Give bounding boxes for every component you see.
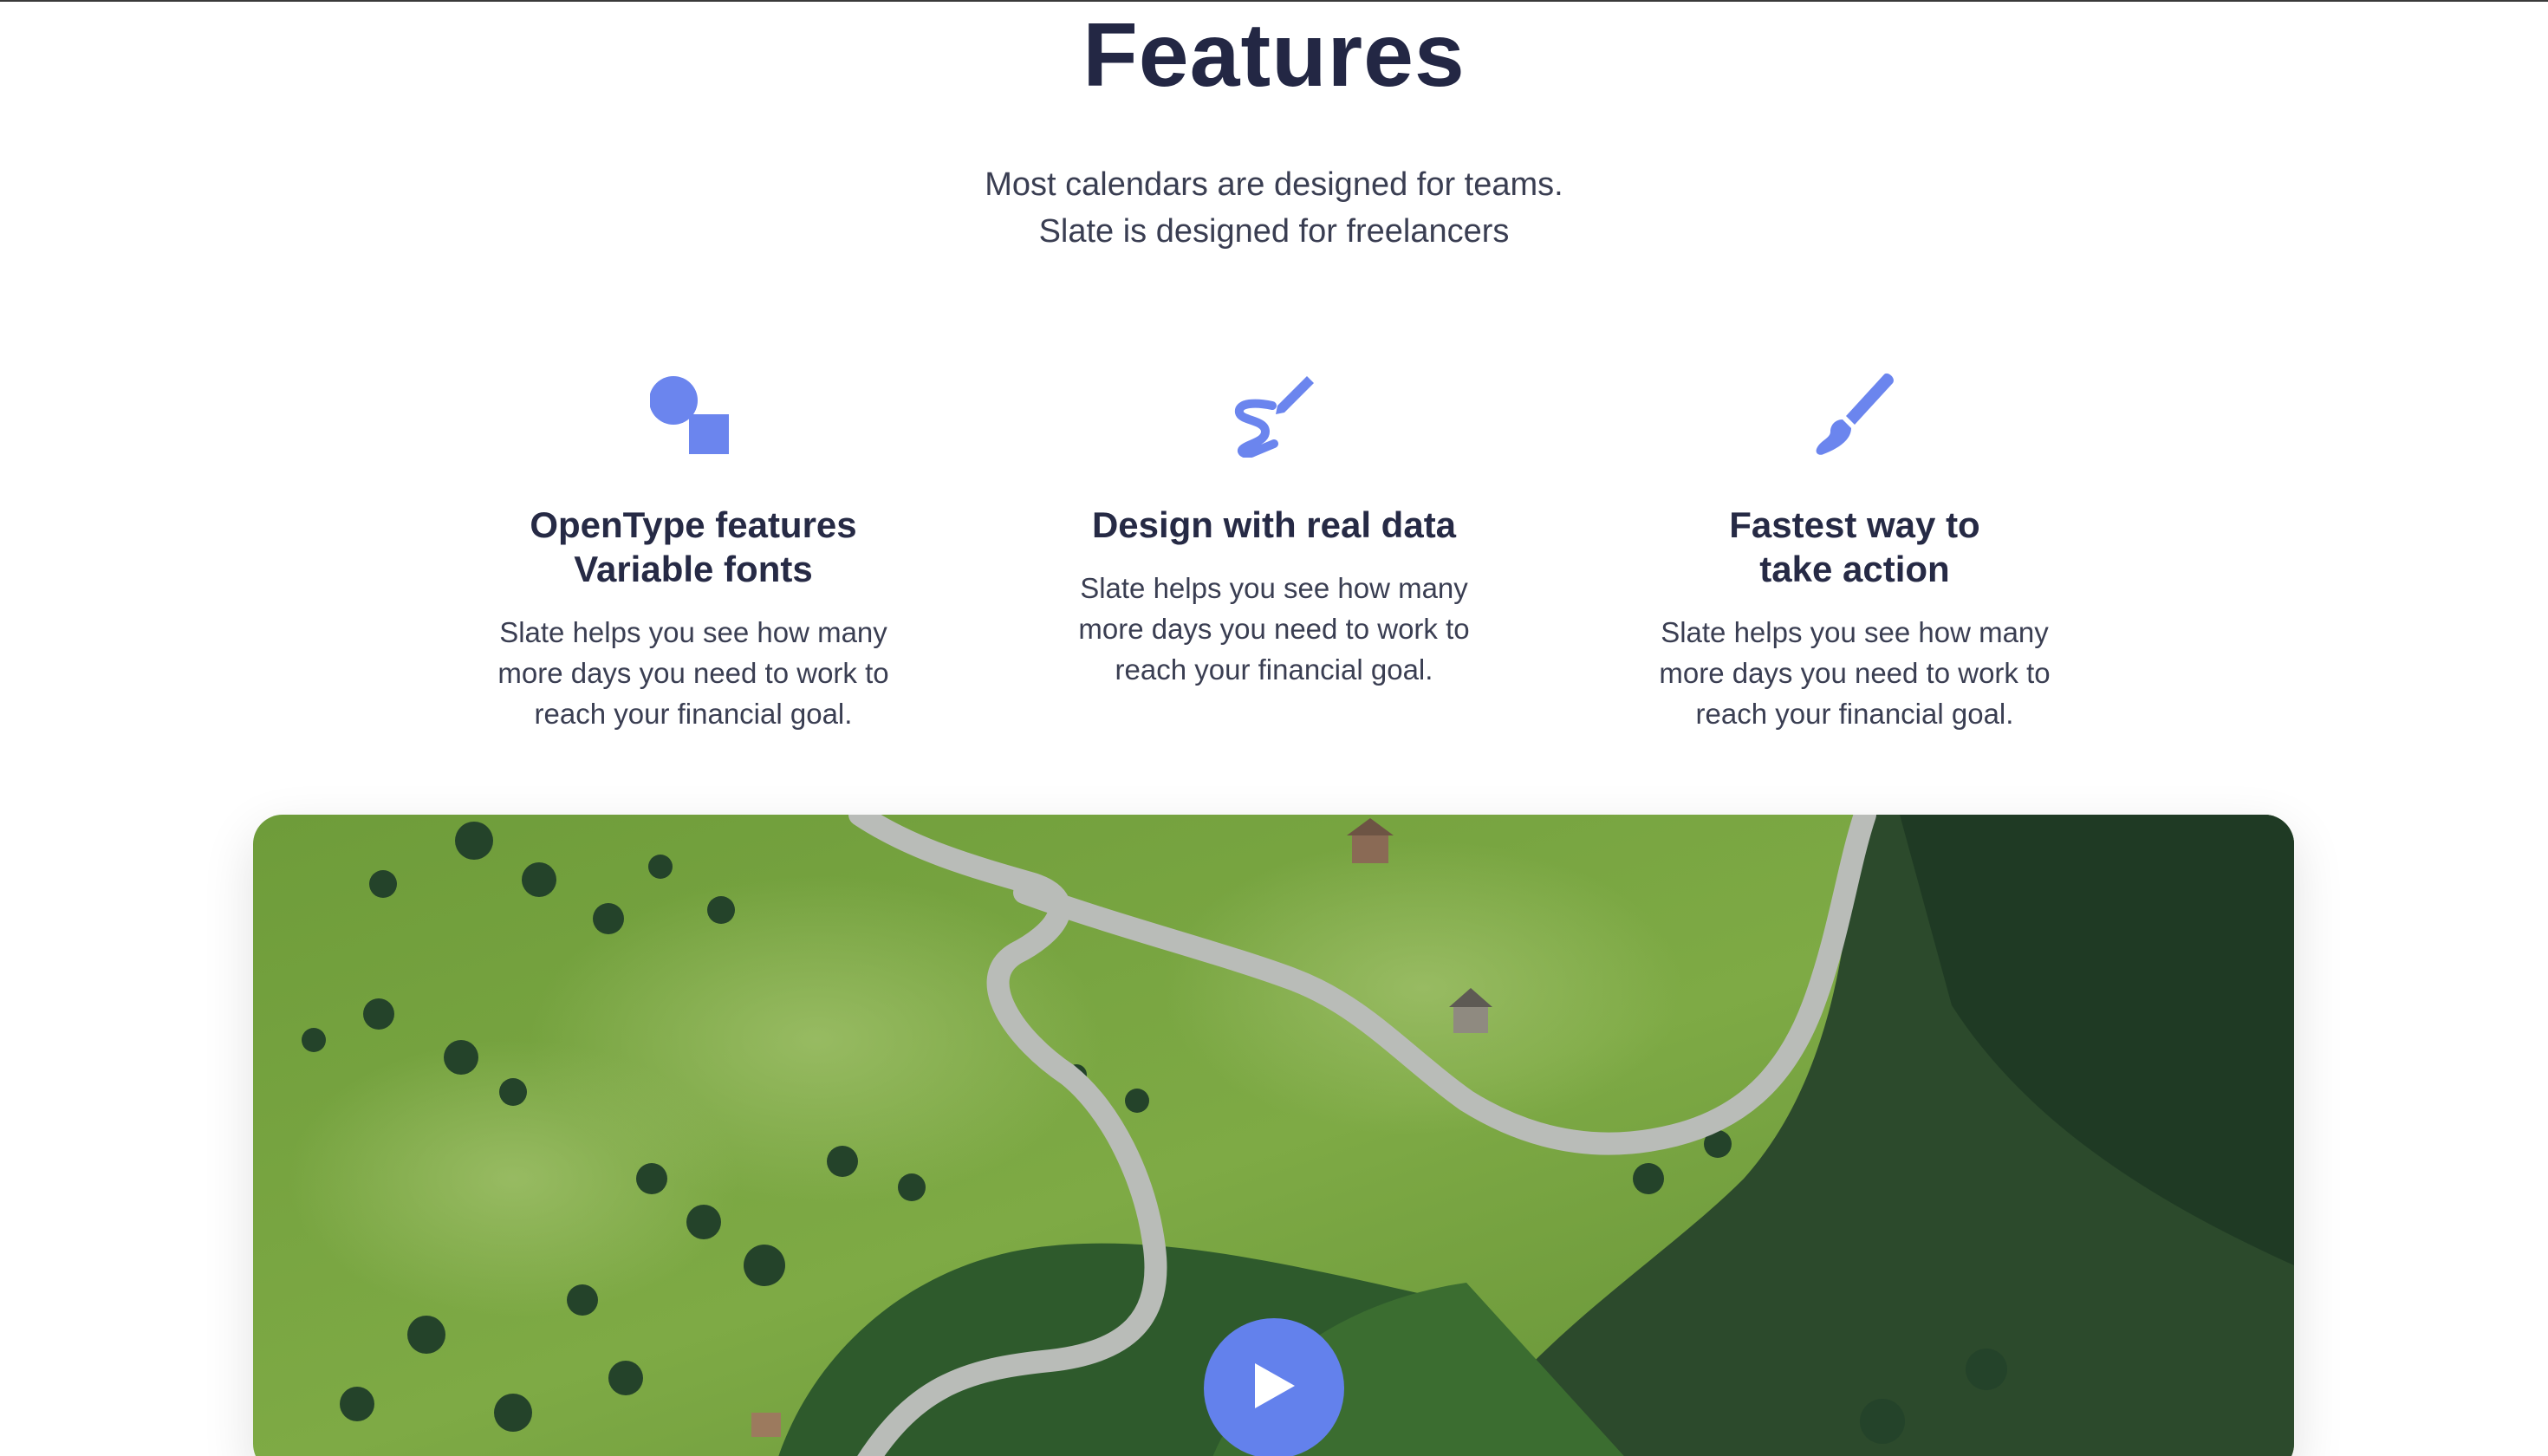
subtitle-line-1: Most calendars are designed for teams. — [985, 166, 1563, 203]
feature-title: OpenType features Variable fonts — [459, 503, 927, 591]
feature-title-line-1: Fastest way to — [1729, 504, 1980, 545]
feature-description: Slate helps you see how many more days y… — [1078, 572, 1470, 686]
feature-title-line-1: Design with real data — [1091, 504, 1457, 545]
feature-title: Fastest way to take action — [1621, 503, 2089, 591]
feature-description: Slate helps you see how many more days y… — [1659, 616, 2051, 730]
play-button[interactable] — [1204, 1318, 1344, 1456]
feature-title-line-1: OpenType features — [530, 504, 857, 545]
feature-card-fastest: Fastest way to take action Slate helps y… — [1621, 371, 2089, 734]
video-player[interactable] — [253, 815, 2294, 1456]
play-icon — [1255, 1363, 1295, 1408]
feature-card-real-data: Design with real data Slate helps you se… — [1040, 371, 1508, 690]
feature-card-opentype: OpenType features Variable fonts Slate h… — [459, 371, 927, 734]
top-divider — [0, 0, 2548, 2]
pen-squiggle-icon — [1235, 376, 1314, 458]
subtitle-line-2: Slate is designed for freelancers — [1038, 213, 1510, 250]
paint-brush-icon — [1816, 373, 1894, 455]
feature-description: Slate helps you see how many more days y… — [497, 616, 889, 730]
shapes-icon — [650, 376, 729, 454]
feature-title: Design with real data — [1040, 503, 1508, 547]
section-subtitle: Most calendars are designed for teams. S… — [0, 161, 2548, 255]
feature-title-line-2: take action — [1759, 549, 1950, 589]
feature-title-line-2: Variable fonts — [574, 549, 813, 589]
section-title: Features — [1082, 5, 1466, 106]
